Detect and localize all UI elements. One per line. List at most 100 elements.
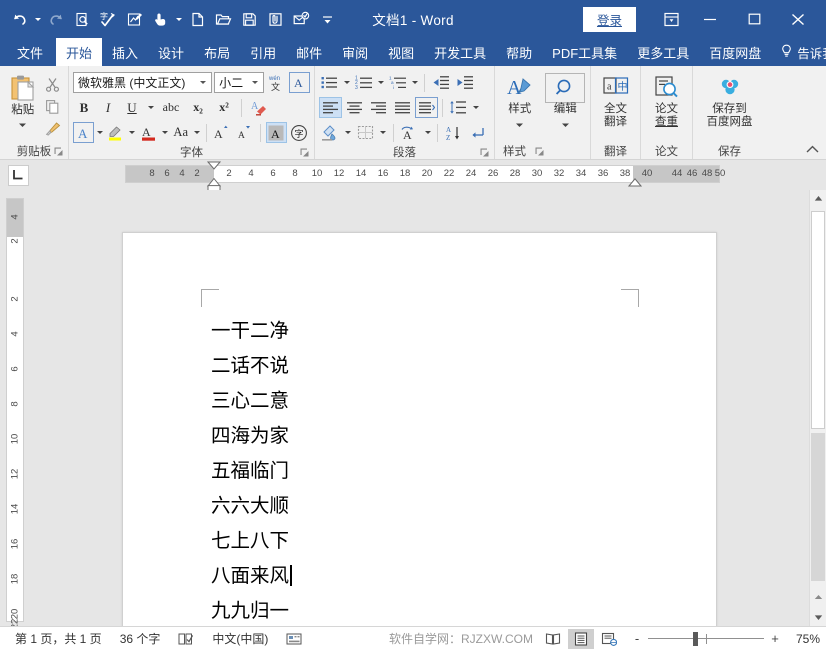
shading-dropdown-icon[interactable] [343, 122, 354, 143]
change-case-button[interactable]: Aa [170, 122, 191, 143]
close-button[interactable] [776, 4, 820, 34]
paste-button[interactable]: 粘贴 [4, 71, 42, 124]
text-effects-button[interactable]: A [73, 122, 94, 143]
asian-layout-button[interactable]: A [398, 122, 422, 143]
tab-view[interactable]: 视图 [378, 38, 424, 66]
zoom-slider-handle[interactable] [693, 632, 698, 646]
document-text[interactable]: 一干二净 二话不说 三心二意 四海为家 五福临门 六六大顺 七上八下 八面来风 … [211, 313, 631, 626]
copy-button[interactable] [43, 96, 63, 116]
page-indicator[interactable]: 第 1 页，共 1 页 [6, 630, 111, 647]
distribute-button[interactable] [415, 97, 438, 118]
clipboard-dialog-launcher[interactable] [54, 147, 63, 156]
text-effects-dropdown-icon[interactable] [96, 122, 103, 143]
document-page[interactable]: 一干二净 二话不说 三心二意 四海为家 五福临门 六六大顺 七上八下 八面来风 … [122, 232, 717, 626]
superscript-button[interactable]: x² [212, 97, 236, 118]
font-name-chevron-down-icon[interactable] [196, 81, 209, 84]
enclose-character-button[interactable]: 字 [289, 122, 310, 143]
multilevel-dropdown-icon[interactable] [409, 72, 420, 93]
italic-button[interactable]: I [97, 97, 119, 118]
first-line-indent-marker[interactable] [207, 159, 221, 173]
font-dialog-launcher[interactable] [300, 148, 309, 157]
scrollbar-thumb[interactable] [811, 211, 825, 429]
tab-pdf-tools[interactable]: PDF工具集 [542, 38, 627, 66]
tab-help[interactable]: 帮助 [496, 38, 542, 66]
save-to-netdisk-button[interactable]: 保存到百度网盘 [697, 71, 762, 129]
view-read-mode[interactable] [540, 629, 566, 649]
tab-developer[interactable]: 开发工具 [424, 38, 496, 66]
language-indicator[interactable]: 中文(中国) [203, 630, 277, 647]
paper-check-button[interactable]: 论文查重 [645, 71, 688, 129]
highlight-dropdown-icon[interactable] [128, 122, 135, 143]
zoom-level[interactable]: 75% [786, 632, 820, 646]
numbering-button[interactable]: 123 [353, 72, 374, 93]
styles-button[interactable]: A 样式 [499, 71, 541, 124]
underline-dropdown-icon[interactable] [145, 97, 156, 118]
tab-more-tools[interactable]: 更多工具 [627, 38, 699, 66]
scrollbar-track[interactable] [810, 207, 826, 609]
bullets-button[interactable] [319, 72, 340, 93]
proofing-status-icon[interactable] [169, 632, 203, 646]
character-shading-button[interactable]: A [266, 122, 287, 143]
zoom-in-button[interactable]: + [769, 631, 781, 646]
new-doc-icon[interactable] [184, 6, 210, 32]
subscript-button[interactable]: x₂ [186, 97, 210, 118]
vertical-scrollbar[interactable] [809, 190, 826, 626]
styles-dropdown-icon[interactable] [515, 117, 524, 124]
show-formatting-marks-button[interactable] [466, 122, 490, 143]
word-count[interactable]: 36 个字 [111, 630, 170, 647]
character-border-button[interactable]: A [289, 72, 310, 93]
touch-mode-icon[interactable] [147, 6, 173, 32]
font-size-combo[interactable]: 小二 [214, 72, 264, 93]
strikethrough-button[interactable]: abc [158, 97, 184, 118]
touch-mode-dropdown-icon[interactable] [173, 6, 184, 32]
align-right-button[interactable] [367, 97, 390, 118]
font-name-combo[interactable]: 微软雅黑 (中文正文) [73, 72, 212, 93]
shrink-font-button[interactable]: A [234, 122, 255, 143]
paragraph-dialog-launcher[interactable] [480, 148, 489, 157]
view-web-layout[interactable] [596, 629, 622, 649]
document-canvas[interactable]: 一干二净 二话不说 三心二意 四海为家 五福临门 六六大顺 七上八下 八面来风 … [30, 190, 826, 626]
tab-references[interactable]: 引用 [240, 38, 286, 66]
print-preview-icon[interactable] [69, 6, 95, 32]
styles-dialog-launcher[interactable] [535, 147, 544, 156]
cut-button[interactable] [43, 74, 63, 94]
attach-icon[interactable] [262, 6, 288, 32]
bullets-dropdown-icon[interactable] [341, 72, 352, 93]
vertical-ruler[interactable]: 4 2 2 4 6 8 10 12 14 16 18 20 22 [0, 190, 30, 626]
editing-button[interactable]: 编辑 [545, 71, 587, 124]
tab-file[interactable]: 文件 [4, 38, 56, 66]
line-spacing-button[interactable] [447, 97, 469, 118]
line-spacing-dropdown-icon[interactable] [470, 97, 481, 118]
collapse-ribbon-icon[interactable] [804, 141, 820, 157]
underline-button[interactable]: U [121, 97, 143, 118]
scroll-down-button[interactable] [810, 609, 826, 626]
view-print-layout[interactable] [568, 629, 594, 649]
redo-icon[interactable] [43, 6, 69, 32]
sort-button[interactable]: AZ [442, 122, 466, 143]
scroll-up-button[interactable] [810, 190, 826, 207]
email-send-icon[interactable] [288, 6, 314, 32]
tab-review[interactable]: 审阅 [332, 38, 378, 66]
font-size-chevron-down-icon[interactable] [248, 81, 261, 84]
scrollbar-lower-track[interactable] [811, 433, 825, 581]
justify-button[interactable] [391, 97, 414, 118]
highlight-button[interactable] [105, 122, 126, 143]
open-doc-icon[interactable] [210, 6, 236, 32]
tab-home[interactable]: 开始 [56, 38, 102, 66]
format-painter-button[interactable] [43, 118, 63, 138]
save-doc-icon[interactable] [236, 6, 262, 32]
font-color-button[interactable]: A [138, 122, 159, 143]
tab-design[interactable]: 设计 [148, 38, 194, 66]
borders-dropdown-icon[interactable] [378, 122, 389, 143]
quick-edit-icon[interactable] [121, 6, 147, 32]
tab-layout[interactable]: 布局 [194, 38, 240, 66]
tab-stop-selector[interactable] [3, 160, 33, 190]
paste-dropdown-icon[interactable] [18, 117, 27, 124]
grow-font-button[interactable]: A [211, 122, 232, 143]
tab-insert[interactable]: 插入 [102, 38, 148, 66]
macro-record-icon[interactable] [277, 632, 311, 646]
spelling-check-icon[interactable]: 字 [95, 6, 121, 32]
tab-baidu-netdisk[interactable]: 百度网盘 [699, 38, 771, 66]
zoom-out-button[interactable]: - [631, 631, 643, 646]
right-indent-marker[interactable] [628, 176, 642, 190]
